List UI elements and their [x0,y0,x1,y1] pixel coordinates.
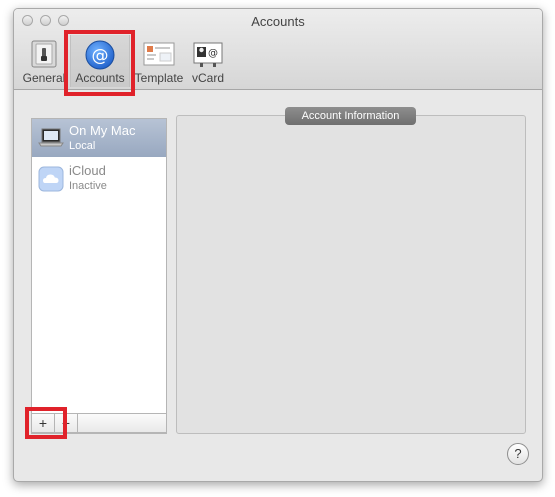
toolbar-template-label: Template [134,71,184,85]
toolbar-general-label: General [22,71,66,85]
general-switch-icon [29,39,59,74]
account-name: iCloud [69,163,106,178]
vcard-icon: @ [192,39,224,74]
account-status: Inactive [69,180,107,192]
cloud-icon [38,166,64,197]
window-title: Accounts [251,14,305,29]
toolbar-template[interactable]: Template [132,35,186,87]
account-name: On My Mac [69,123,136,138]
accounts-window: Accounts General @ Accounts Template @ v… [13,8,543,482]
help-button[interactable]: ? [507,443,529,465]
accounts-highlight-box [64,30,135,96]
laptop-icon [38,128,64,153]
toolbar-vcard-label: vCard [191,71,224,85]
toolbar-vcard[interactable]: @ vCard [188,35,228,87]
account-status: Local [69,140,96,152]
account-row-icloud[interactable]: iCloud Inactive [32,159,166,197]
accounts-list[interactable]: On My Mac Local iCloud Inactive [31,118,167,434]
toolbar-general[interactable]: General [20,35,68,87]
panel-title: Account Information [285,107,416,125]
add-button-highlight-box [25,407,67,439]
template-icon [142,39,176,74]
account-row-on-my-mac[interactable]: On My Mac Local [32,119,166,157]
svg-text:@: @ [208,48,218,59]
toolbar: Accounts General @ Accounts Template @ v… [14,9,542,96]
account-information-panel: Account Information [176,107,526,434]
